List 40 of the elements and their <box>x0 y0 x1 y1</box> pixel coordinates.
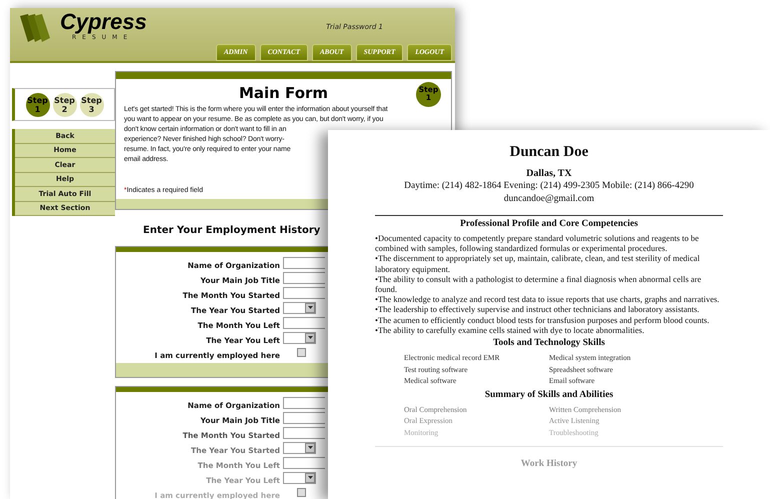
year-dropdown[interactable] <box>283 442 316 454</box>
step-indicator: Step 3 <box>80 92 104 116</box>
step-indicator: Step 2 <box>52 92 76 116</box>
text-input[interactable] <box>283 316 325 328</box>
resume-section-heading: Summary of Skills and Abilities <box>484 388 614 402</box>
leaves-logo-icon <box>18 12 52 44</box>
year-dropdown[interactable] <box>283 302 316 314</box>
checkbox[interactable] <box>297 348 306 357</box>
resume-section-heading: Professional Profile and Core Competencies <box>460 218 638 231</box>
text-input[interactable] <box>283 412 325 424</box>
section-heading: Enter Your Employment History <box>143 225 320 236</box>
competency-item: •Documented capacity to competently prepare standard volumetric solutions and reagents to be combined with samples, following standardized formulas or experimental procedures. <box>375 233 700 254</box>
text-input[interactable] <box>283 272 325 284</box>
resume-name: Duncan Doe <box>510 143 588 161</box>
form-title: Main Form <box>238 84 328 102</box>
text-input[interactable] <box>283 396 325 408</box>
competency-item: •The discernment to appropriately set up, maintain, calibrate, clean, and test sterility of medical laboratory equipment. <box>375 253 701 274</box>
logo-title: Cypress <box>60 10 147 34</box>
dropdown-arrow-icon <box>308 476 312 479</box>
year-dropdown[interactable] <box>283 472 316 484</box>
competency-item: •The knowledge to analyze and record test data to issue reports that use charts, graphs and narratives. <box>375 294 720 304</box>
year-dropdown[interactable] <box>283 332 316 344</box>
resume-location: Dallas, TX <box>526 168 572 180</box>
competency-item: •The ability to carefully examine cells stained with dye to locate abnormalities. <box>375 324 644 336</box>
resume-section-heading: Tools and Technology Skills <box>493 337 605 350</box>
dropdown-arrow-icon <box>308 306 312 309</box>
text-input[interactable] <box>283 426 325 438</box>
competency-item: •The acumen to efficiently conduct blood tests for transfusion purposes and perform blood counts. <box>375 314 710 325</box>
checkbox[interactable] <box>297 488 306 497</box>
text-input[interactable] <box>283 256 325 268</box>
resume-phones: Daytime: (214) 482-1864 Evening: (214) 499-2305 Mobile: (214) 866-4290 <box>404 180 694 193</box>
text-input[interactable] <box>283 286 325 298</box>
resume-email: duncandoe@gmail.com <box>504 193 594 206</box>
dropdown-arrow-icon <box>308 446 312 449</box>
competency-item: •The ability to consult with a pathologist to determine a final diagnosis when abnormal cells are found. <box>375 274 702 294</box>
competency-item: •The leadership to effectively supervise and instruct other technicians and laboratory assistants. <box>375 304 700 315</box>
step-indicator: Step 1 <box>26 92 50 116</box>
text-input[interactable] <box>283 456 325 468</box>
dropdown-arrow-icon <box>308 336 312 339</box>
resume-section-heading: Work History <box>520 458 578 472</box>
